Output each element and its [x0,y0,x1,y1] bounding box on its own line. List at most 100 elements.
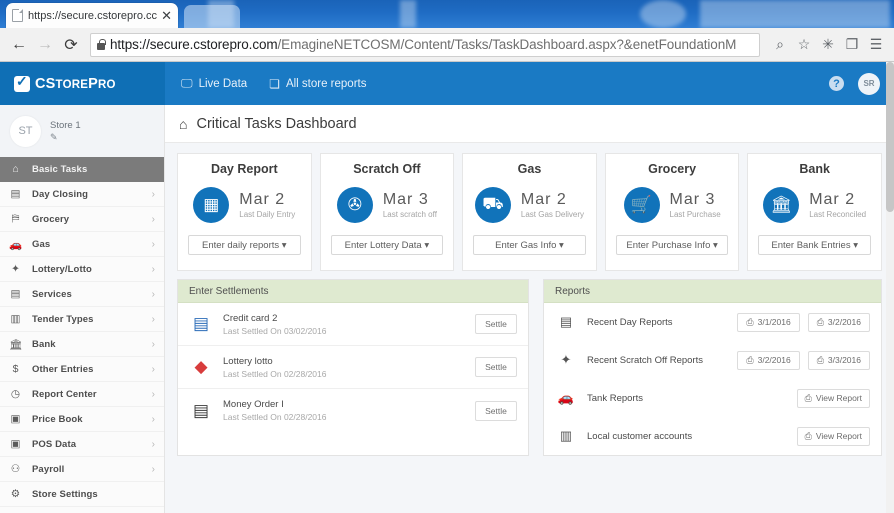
nav-item-all-store-reports[interactable]: ❏ All store reports [269,77,366,91]
back-button[interactable]: ← [8,34,30,56]
reload-button[interactable]: ⟳ [60,34,82,56]
settle-button[interactable]: Settle [475,357,517,377]
sidebar-item-grocery[interactable]: ⛿ Grocery › [0,207,164,232]
url-origin: https://secure.cstorepro.com [110,37,278,52]
report-name: Local customer accounts [587,431,787,442]
app-header-actions: ? SR [829,62,880,105]
browser-titlebar: https://secure.cstorepro.cc ✕ [0,0,894,28]
help-icon[interactable]: ? [829,76,844,91]
store-meta: Store 1 ✎ [50,120,81,143]
bank-icon: 🏛 [9,338,22,351]
nav-label: All store reports [286,78,367,90]
printer-icon: ⎙ [817,355,824,366]
money-icon: ▥ [9,313,22,325]
sidebar-item-label: POS Data [32,439,142,450]
sidebar-item-price-book[interactable]: ▣Price Book› [0,407,164,432]
report-button-label: View Report [816,431,862,441]
chevron-right-icon: › [152,389,155,400]
task-card-day-report: Day Report▦Mar 2Last Daily EntryEnter da… [177,153,312,271]
card-body: ✇Mar 3Last scratch off [331,187,444,223]
report-print-button[interactable]: ⎙View Report [797,427,870,446]
task-card-bank: Bank🏛Mar 2Last ReconciledEnter Bank Entr… [747,153,882,271]
sidebar-item-report-center[interactable]: ◷Report Center› [0,382,164,407]
sidebar-item-bank[interactable]: 🏛Bank› [0,332,164,357]
settlement-row: ▤Credit card 2Last Settled On 03/02/2016… [178,303,528,346]
app-logo-text: CSTOREPRO [35,76,116,92]
reports-list: ▤Recent Day Reports⎙3/1/2016⎙3/2/2016✦Re… [544,303,881,455]
report-name: Recent Day Reports [587,317,727,328]
search-icon[interactable]: ⌕ [770,34,790,56]
sidebar-item-label: Grocery [32,214,142,225]
extension-icon[interactable]: ✳ [818,34,838,56]
sidebar-item-services[interactable]: ▤Services› [0,282,164,307]
settlement-row: ◆Lottery lottoLast Settled On 02/28/2016… [178,346,528,389]
scrollbar-thumb[interactable] [886,62,894,212]
report-print-button[interactable]: ⎙3/2/2016 [808,313,870,332]
avatar[interactable]: SR [858,73,880,95]
printer-icon: ⎙ [746,317,753,328]
sidebar-item-lottery-lotto[interactable]: ✦Lottery/Lotto› [0,257,164,282]
report-actions: ⎙ 3/1/2016 ⎙3/2/2016 [737,313,870,332]
card-action-button[interactable]: Enter Purchase Info ▾ [616,235,729,255]
chevron-right-icon: › [152,339,155,350]
sidebar-item-tender-types[interactable]: ▥Tender Types› [0,307,164,332]
sidebar-item-label: Report Center [32,389,142,400]
chevron-right-icon: › [152,464,155,475]
report-button-label: 3/1/2016 [758,317,791,327]
report-actions: ⎙View Report [797,427,870,446]
card-action-button[interactable]: Enter Lottery Data ▾ [331,235,444,255]
browser-menu-icon[interactable]: ☰ [866,34,886,56]
sidebar-item-payroll[interactable]: ⚇ Payroll › [0,457,164,482]
app-logo[interactable]: CSTOREPRO [0,62,165,105]
page-scrollbar[interactable] [886,62,894,513]
theme-decoration [400,0,416,28]
card-action-button[interactable]: Enter daily reports ▾ [188,235,301,255]
address-bar[interactable]: https://secure.cstorepro.com/EmagineNETC… [90,33,760,57]
card-date-block: Mar 2Last Daily Entry [239,191,295,219]
settlement-name: Money Order I [223,399,465,410]
sidebar-item-basic-tasks[interactable]: ⌂Basic Tasks [0,157,164,182]
new-tab-button[interactable] [184,5,240,28]
store-selector[interactable]: ST Store 1 ✎ [0,105,164,157]
ticket-icon: ✦ [555,352,577,368]
sidebar-item-day-closing[interactable]: ▤Day Closing› [0,182,164,207]
page-title: Critical Tasks Dashboard [196,116,356,132]
extension-secondary-icon[interactable]: ❐ [842,34,862,56]
reports-header: Reports [544,280,881,303]
card-date: Mar 2 [521,191,567,209]
sidebar-item-label: Services [32,289,142,300]
sidebar-item-label: Payroll [32,464,142,475]
book-icon: ▣ [9,438,22,450]
card-action-button[interactable]: Enter Gas Info ▾ [473,235,586,255]
sidebar-item-store-settings[interactable]: ⚙Store Settings [0,482,164,507]
sidebar-item-label: Day Closing [32,189,142,200]
forward-button[interactable]: → [34,34,56,56]
store-avatar: ST [10,116,41,147]
sidebar-item-other-entries[interactable]: $Other Entries› [0,357,164,382]
tab-title: https://secure.cstorepro.cc [28,10,157,22]
chevron-right-icon: › [152,214,155,225]
report-print-button[interactable]: ⎙View Report [797,389,870,408]
bookmark-star-icon[interactable]: ☆ [794,34,814,56]
card-date-block: Mar 2Last Gas Delivery [521,191,584,219]
page-title-bar: ⌂ Critical Tasks Dashboard [165,105,894,143]
report-name: Recent Scratch Off Reports [587,355,727,366]
settlement-row: ▤Money Order ILast Settled On 02/28/2016… [178,389,528,432]
card-action-button[interactable]: Enter Bank Entries ▾ [758,235,871,255]
report-print-button[interactable]: ⎙ 3/3/2016 [808,351,870,370]
report-print-button[interactable]: ⎙3/2/2016 [737,351,799,370]
close-icon[interactable]: ✕ [161,9,172,22]
nav-item-live-data[interactable]: 🖵 Live Data [181,76,247,91]
sidebar-item-pos-data[interactable]: ▣POS Data› [0,432,164,457]
edit-pencil-icon[interactable]: ✎ [50,132,81,143]
settle-button[interactable]: Settle [475,314,517,334]
report-print-button[interactable]: ⎙ 3/1/2016 [737,313,799,332]
settle-button[interactable]: Settle [475,401,517,421]
browser-tab[interactable]: https://secure.cstorepro.cc ✕ [6,3,178,28]
sidebar-item-gas[interactable]: 🚗Gas› [0,232,164,257]
cart-icon: 🛒 [624,187,660,223]
people-icon: ⚇ [9,463,22,475]
cart-icon: ⛿ [9,213,22,226]
report-button-label: 3/3/2016 [828,355,861,365]
card-date-block: Mar 3Last Purchase [670,191,721,219]
